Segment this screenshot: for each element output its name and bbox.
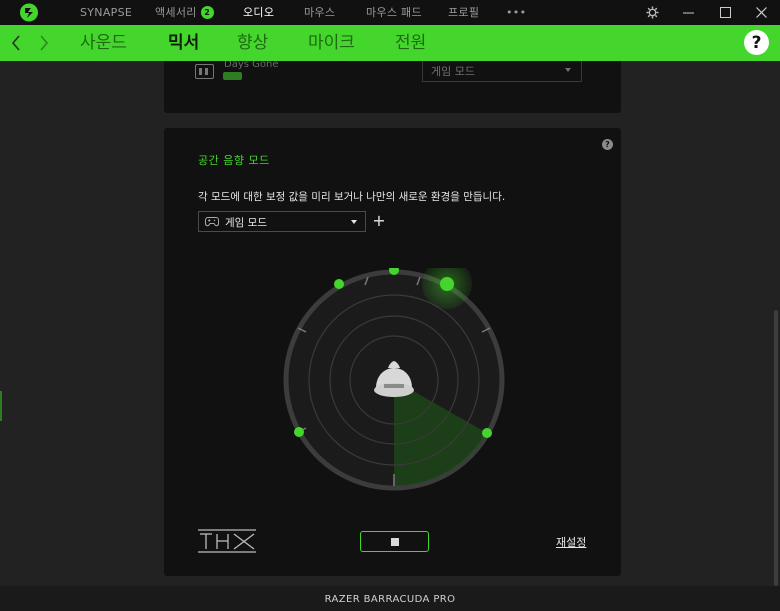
spatial-audio-description: 각 모드에 대한 보정 값을 미리 보거나 나만의 새로운 환경을 만듭니다. xyxy=(198,191,506,203)
tab-sound[interactable]: 사운드 xyxy=(80,25,127,61)
minimize-button[interactable] xyxy=(676,0,700,25)
speaker-front-left[interactable] xyxy=(334,279,344,289)
device-status-bar: RAZER BARRACUDA PRO xyxy=(0,586,780,611)
topnav-audio[interactable]: 오디오 xyxy=(243,0,274,25)
chevron-left-icon xyxy=(11,35,20,51)
title-bar: SYNAPSE 액세서리 2 오디오 마우스 마우스 패드 프로필 ••• xyxy=(0,0,780,25)
speaker-surround-left[interactable] xyxy=(294,427,304,437)
accessories-count-badge: 2 xyxy=(200,6,214,19)
settings-button[interactable] xyxy=(640,0,664,25)
topnav-more[interactable]: ••• xyxy=(506,0,526,25)
app-tag-badge xyxy=(223,72,242,80)
tab-mixer[interactable]: 믹서 xyxy=(168,25,199,61)
tab-enhancement[interactable]: 향상 xyxy=(237,25,268,61)
stop-icon xyxy=(390,537,399,546)
close-icon xyxy=(755,7,767,18)
close-button[interactable] xyxy=(749,0,773,25)
spatial-mode-dropdown[interactable]: 게임 모드 xyxy=(198,211,366,232)
tab-bar: 사운드 믹서 향상 마이크 전원 xyxy=(0,25,780,61)
forward-button[interactable] xyxy=(34,25,54,61)
spatial-audio-title: 공간 음향 모드 xyxy=(198,154,270,167)
maximize-button[interactable] xyxy=(713,0,737,25)
app-mode-dropdown[interactable]: 게임 모드 xyxy=(422,61,582,82)
left-accent-line xyxy=(0,391,2,421)
spatial-audio-panel: ? 공간 음향 모드 각 모드에 대한 보정 값을 미리 보거나 나만의 새로운… xyxy=(164,128,621,576)
topnav-synapse[interactable]: SYNAPSE xyxy=(80,0,132,25)
back-button[interactable] xyxy=(6,25,26,61)
topnav-mousepad[interactable]: 마우스 패드 xyxy=(366,0,422,25)
game-app-icon xyxy=(195,64,214,79)
minimize-icon xyxy=(682,12,694,14)
content-area: Days Gone 게임 모드 ? 공간 음향 모드 각 모드에 대한 보정 값… xyxy=(0,61,780,586)
add-mode-button[interactable]: + xyxy=(372,211,386,231)
tab-mic[interactable]: 마이크 xyxy=(308,25,355,61)
app-mode-value: 게임 모드 xyxy=(431,65,475,78)
stop-test-button[interactable] xyxy=(360,531,429,552)
spatial-help-icon[interactable]: ? xyxy=(602,139,613,150)
topnav-mouse[interactable]: 마우스 xyxy=(304,0,335,25)
chevron-down-icon xyxy=(351,220,357,224)
settings-gear-icon xyxy=(646,6,658,19)
tab-power[interactable]: 전원 xyxy=(395,25,426,61)
scrollbar-thumb[interactable] xyxy=(774,310,778,586)
app-name: Days Gone xyxy=(224,61,279,70)
spatial-mode-value: 게임 모드 xyxy=(225,217,267,229)
thx-logo-text: THX xyxy=(227,544,229,546)
speaker-surround-right[interactable] xyxy=(482,428,492,438)
reset-link[interactable]: 재설정 xyxy=(556,534,586,550)
topnav-accessories-label: 액세서리 xyxy=(155,6,197,19)
chevron-down-icon xyxy=(565,68,571,72)
topnav-accessories[interactable]: 액세서리 2 xyxy=(155,0,214,25)
thx-logo: THX xyxy=(198,529,256,553)
speaker-position-radar[interactable] xyxy=(282,268,512,498)
topnav-profile[interactable]: 프로필 xyxy=(448,0,479,25)
gamepad-icon xyxy=(205,217,219,227)
app-mixer-panel: Days Gone 게임 모드 xyxy=(164,61,621,113)
chevron-right-icon xyxy=(40,35,49,51)
speaker-front-right-selected[interactable] xyxy=(440,277,454,291)
maximize-icon xyxy=(719,7,731,18)
help-button[interactable]: ? xyxy=(744,30,769,55)
